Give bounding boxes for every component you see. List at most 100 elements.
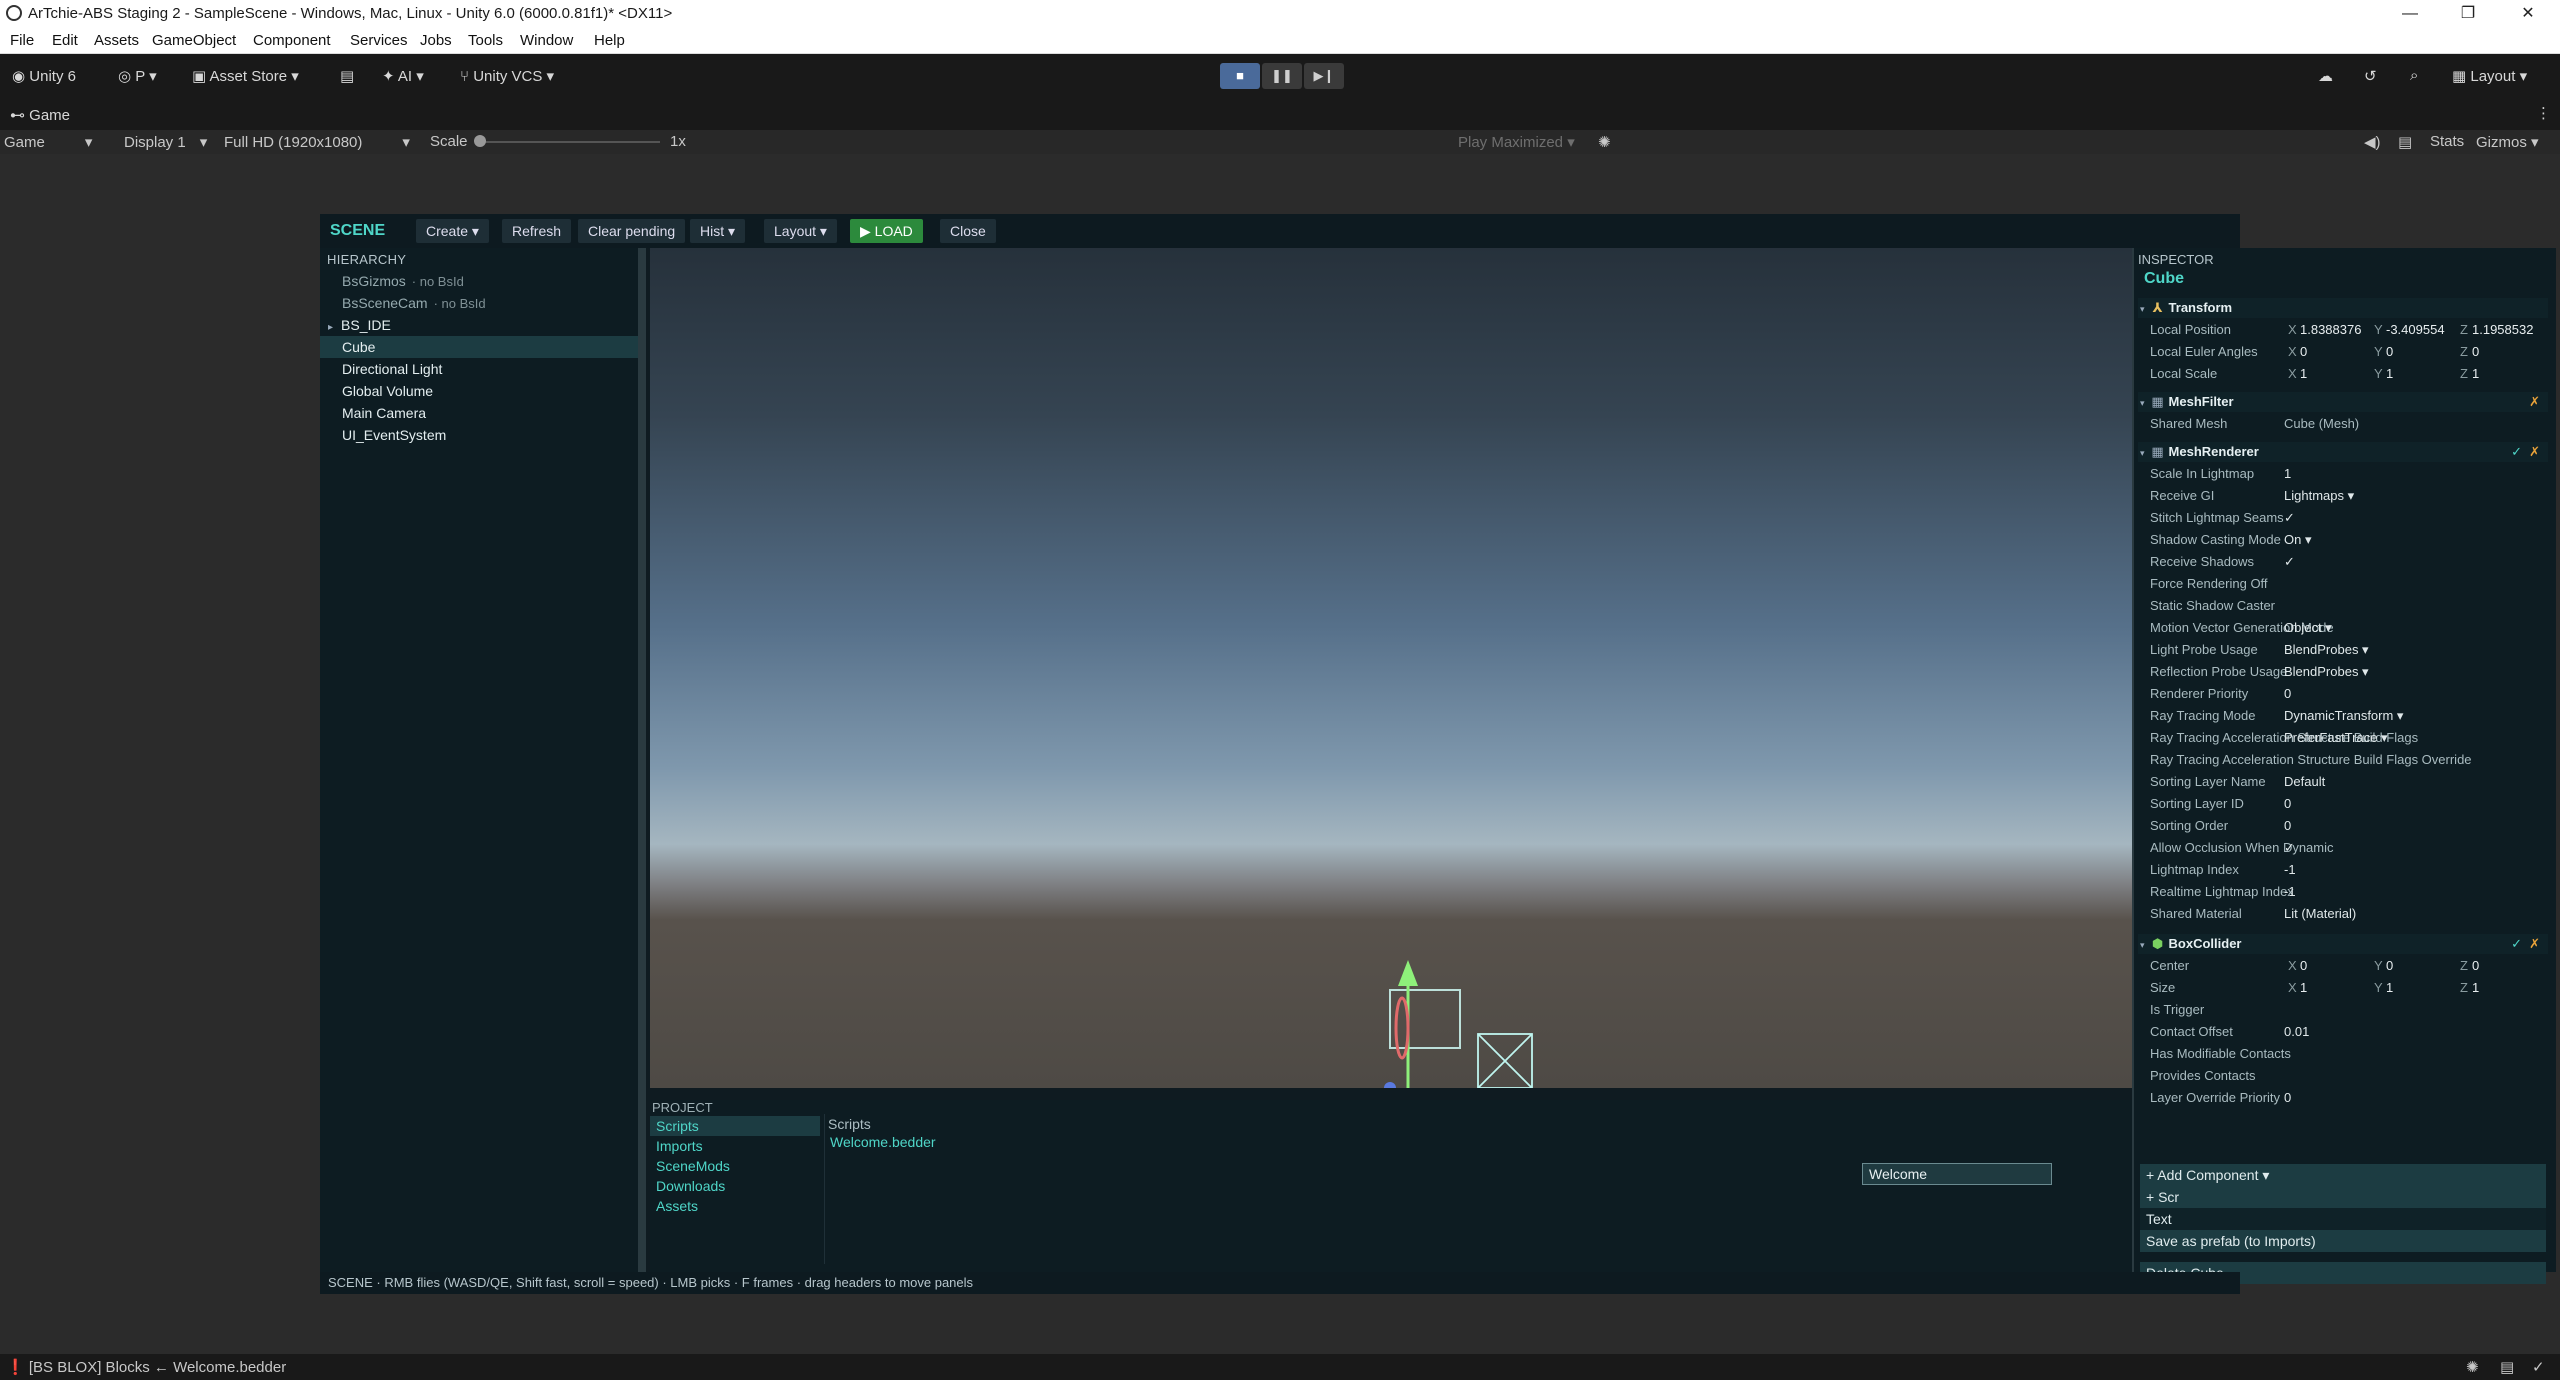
project-header[interactable]: PROJECT [652, 1100, 713, 1115]
account-button[interactable]: ◎ P ▾ [118, 67, 157, 85]
add-component-button[interactable]: + Add Component ▾ [2140, 1164, 2546, 1186]
enabled-check-icon[interactable]: ✓ [2511, 934, 2522, 954]
field-value[interactable]: Lightmaps ▾ [2284, 486, 2354, 506]
menu-file[interactable]: File [10, 32, 34, 49]
menu-edit[interactable]: Edit [52, 32, 78, 49]
field-value[interactable]: ✓ [2284, 508, 2295, 528]
create-button[interactable]: Create ▾ [416, 219, 489, 243]
expand-arrow-icon[interactable]: ▸ [328, 322, 333, 333]
center-y-field[interactable]: 0 [2386, 956, 2393, 976]
audio-icon[interactable]: ◀) [2364, 133, 2381, 151]
field-value[interactable]: DynamicTransform ▾ [2284, 706, 2403, 726]
hierarchy-splitter[interactable] [638, 248, 646, 1272]
collapse-arrow-icon[interactable]: ▾ [2140, 448, 2145, 458]
pause-button[interactable]: ❚❚ [1262, 63, 1302, 89]
field-value[interactable]: Object ▾ [2284, 618, 2332, 638]
bug-icon[interactable]: ✺ [1598, 133, 1611, 151]
add-script-button[interactable]: + Scr [2140, 1186, 2546, 1208]
size-x-field[interactable]: 1 [2300, 978, 2307, 998]
scene-viewport[interactable] [650, 248, 2140, 1088]
project-folder-assets[interactable]: Assets [650, 1196, 820, 1216]
display-dropdown[interactable]: Display 1 ▾ [124, 133, 207, 151]
aspect-icon[interactable]: ▤ [2398, 133, 2412, 151]
text-row[interactable]: Text [2140, 1208, 2546, 1230]
field-value[interactable]: 0 [2284, 816, 2291, 836]
scale-x-field[interactable]: 1 [2300, 364, 2307, 384]
collapse-arrow-icon[interactable]: ▾ [2140, 398, 2145, 408]
history-icon[interactable]: ↺ [2364, 67, 2377, 85]
ai-button[interactable]: ✦ AI ▾ [382, 67, 424, 85]
field-value[interactable]: PreferFastTrace ▾ [2284, 728, 2388, 748]
layout-menu-button[interactable]: Layout ▾ [764, 219, 837, 243]
meshrenderer-component-header[interactable]: ▾ ▦ MeshRenderer ✓ ✗ [2138, 442, 2548, 462]
project-file-welcome[interactable]: Welcome.bedder [830, 1134, 936, 1150]
field-value[interactable]: 0 [2284, 684, 2291, 704]
scale-y-field[interactable]: 1 [2386, 364, 2393, 384]
play-button[interactable]: ■ [1220, 63, 1260, 89]
asset-store-button[interactable]: ▣ Asset Store ▾ [192, 67, 299, 85]
position-z-field[interactable]: 1.1958532 [2472, 320, 2533, 340]
menu-tools[interactable]: Tools [468, 32, 503, 49]
field-value[interactable]: 0.01 [2284, 1022, 2309, 1042]
collapse-arrow-icon[interactable]: ▾ [2140, 940, 2145, 950]
position-x-field[interactable]: 1.8388376 [2300, 320, 2361, 340]
cloud-storage-icon[interactable]: ▤ [340, 67, 354, 85]
field-value[interactable]: On ▾ [2284, 530, 2311, 550]
close-button[interactable]: Close [940, 219, 996, 243]
center-z-field[interactable]: 0 [2472, 956, 2479, 976]
menu-assets[interactable]: Assets [94, 32, 139, 49]
load-button[interactable]: ▶ LOAD [850, 219, 923, 243]
field-value[interactable]: -1 [2284, 860, 2296, 880]
field-value[interactable]: BlendProbes ▾ [2284, 662, 2369, 682]
meshfilter-component-header[interactable]: ▾ ▦ MeshFilter ✗ [2138, 392, 2548, 412]
project-folder-downloads[interactable]: Downloads [650, 1176, 820, 1196]
boxcollider-component-header[interactable]: ▾ ⬢ BoxCollider ✓ ✗ [2138, 934, 2548, 954]
remove-component-icon[interactable]: ✗ [2529, 442, 2540, 462]
rotation-z-field[interactable]: 0 [2472, 342, 2479, 362]
step-button[interactable]: ▶❙ [1304, 63, 1344, 89]
status-message[interactable]: ❗ [BS BLOX] Blocks ← Welcome.bedder [6, 1358, 286, 1376]
field-value[interactable]: BlendProbes ▾ [2284, 640, 2369, 660]
field-value[interactable]: Lit (Material) [2284, 904, 2356, 924]
unity-version-button[interactable]: ◉ Unity 6 [12, 67, 76, 85]
hierarchy-item-bs-ide[interactable]: ▸ BS_IDE [320, 314, 640, 336]
hierarchy-header[interactable]: HIERARCHY [327, 252, 406, 267]
history-button[interactable]: Hist ▾ [690, 219, 746, 243]
remove-component-icon[interactable]: ✗ [2529, 934, 2540, 954]
scale-slider-handle[interactable] [474, 135, 486, 147]
vcs-button[interactable]: ⑂ Unity VCS ▾ [460, 67, 554, 85]
enabled-check-icon[interactable]: ✓ [2511, 442, 2522, 462]
field-value[interactable]: 0 [2284, 1088, 2291, 1108]
cloud-icon[interactable]: ☁ [2318, 67, 2333, 85]
layout-button[interactable]: ▦ Layout ▾ [2452, 67, 2527, 85]
close-window-button[interactable]: ✕ [2508, 2, 2548, 26]
play-mode-dropdown[interactable]: Play Maximized ▾ [1458, 133, 1575, 151]
menu-services[interactable]: Services [350, 32, 408, 49]
hierarchy-item-bsscenecam[interactable]: BsSceneCam · no BsId [320, 292, 640, 314]
menu-window[interactable]: Window [520, 32, 573, 49]
menu-help[interactable]: Help [594, 32, 625, 49]
size-y-field[interactable]: 1 [2386, 978, 2393, 998]
scale-z-field[interactable]: 1 [2472, 364, 2479, 384]
game-mode-dropdown[interactable]: Game ▾ [4, 133, 92, 151]
field-value[interactable]: -1 [2284, 882, 2296, 902]
remove-component-icon[interactable]: ✗ [2529, 392, 2540, 412]
project-folder-scripts[interactable]: Scripts [650, 1116, 820, 1136]
hierarchy-item-global-volume[interactable]: Global Volume [320, 380, 640, 402]
notifications-icon[interactable]: ▤ [2500, 1358, 2514, 1376]
transform-component-header[interactable]: ▾ ⅄ Transform [2138, 298, 2548, 318]
minimize-button[interactable]: — [2390, 2, 2430, 26]
maximize-button[interactable]: ❐ [2448, 2, 2488, 26]
menu-gameobject[interactable]: GameObject [152, 32, 236, 49]
gizmos-button[interactable]: Gizmos ▾ [2476, 133, 2539, 151]
refresh-button[interactable]: Refresh [502, 219, 572, 243]
center-x-field[interactable]: 0 [2300, 956, 2307, 976]
hierarchy-item-bsgizmos[interactable]: BsGizmos · no BsId [320, 270, 640, 292]
hierarchy-item-ui-eventsystem[interactable]: UI_EventSystem [320, 424, 640, 446]
clear-pending-button[interactable]: Clear pending [578, 219, 686, 243]
menu-component[interactable]: Component [253, 32, 331, 49]
hierarchy-item-main-camera[interactable]: Main Camera [320, 402, 640, 424]
resolution-dropdown[interactable]: Full HD (1920x1080) ▾ [224, 133, 410, 151]
script-popup-item-welcome[interactable]: Welcome [1862, 1163, 2052, 1185]
shared-mesh-value[interactable]: Cube (Mesh) [2284, 414, 2359, 434]
